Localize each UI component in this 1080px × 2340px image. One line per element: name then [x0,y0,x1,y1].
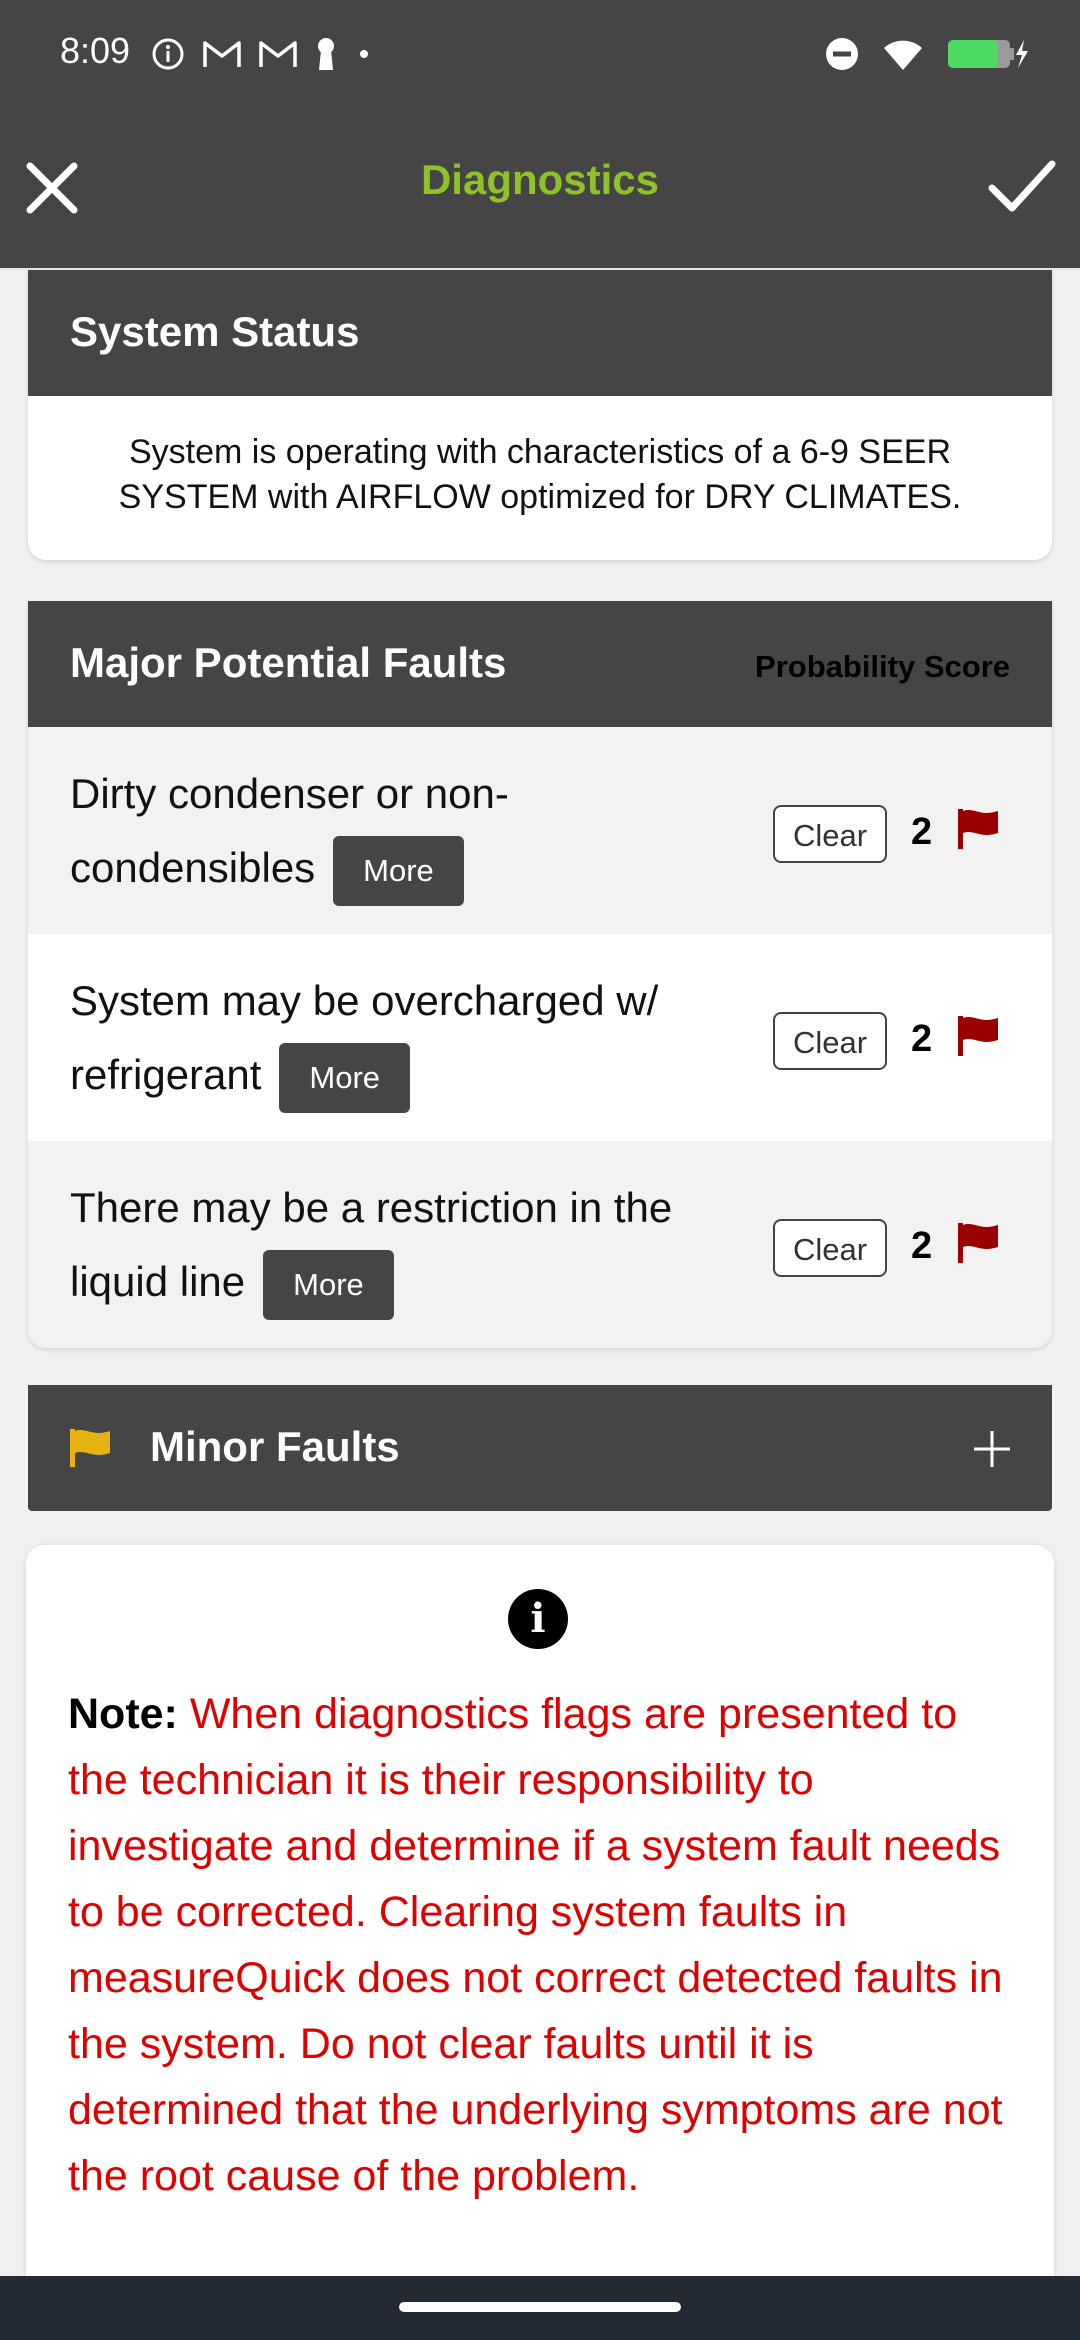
home-gesture-handle[interactable] [399,2302,681,2312]
note-card: i Note: When diagnostics flags are prese… [26,1545,1054,2340]
more-button[interactable]: More [333,835,464,906]
minor-faults-title: Minor Faults [150,1423,400,1470]
status-bar: 8:09 [0,0,1080,106]
battery-charging-icon [948,40,1028,68]
yellow-flag-icon [70,1429,110,1467]
page-title: Diagnostics [420,156,660,203]
clear-button[interactable]: Clear [773,1012,887,1070]
minor-faults-header[interactable]: Minor Faults [28,1385,1052,1511]
probability-score: 2 [911,1225,933,1267]
probability-score: 2 [911,811,933,853]
navigation-bar [0,2276,1080,2340]
system-icons [824,32,1030,76]
more-button[interactable]: More [279,1042,411,1113]
system-status-header: System Status [28,270,1052,396]
keyhole-icon [318,38,334,70]
wifi-icon [884,40,922,70]
plus-icon[interactable] [972,1429,1012,1469]
major-faults-title: Major Potential Faults [70,639,507,686]
note-text: Note: When diagnostics flags are present… [68,1681,1028,2209]
note-body: When diagnostics flags are presented to … [68,1690,1003,2200]
clear-button[interactable]: Clear [773,1219,887,1277]
note-label: Note: [68,1690,178,1738]
fault-row: Dirty condenser or non-condensibles More … [28,727,1052,934]
system-status-text: System is operating with characteristics… [118,433,962,516]
info-icon: i [508,1589,568,1649]
fault-row: System may be overcharged w/ refrigerant… [28,934,1052,1141]
fault-description: Dirty condenser or non-condensibles More [70,757,750,906]
major-faults-card: Major Potential Faults Probability Score… [28,601,1052,1348]
system-status-title: System Status [70,308,360,355]
notification-icons [150,34,374,74]
dot-icon [360,50,368,58]
more-button[interactable]: More [263,1249,394,1320]
fault-description: System may be overcharged w/ refrigerant… [70,964,750,1113]
check-icon[interactable] [986,156,1058,216]
status-time: 8:09 [60,30,131,71]
system-status-card: System Status System is operating with c… [28,270,1052,560]
info-circle-icon [152,38,184,70]
app-bar: Diagnostics [0,106,1080,270]
fault-description: There may be a restriction in the liquid… [70,1171,750,1320]
red-flag-icon [958,809,998,849]
major-faults-header: Major Potential Faults Probability Score [28,601,1052,727]
probability-score: 2 [911,1018,933,1060]
clear-button[interactable]: Clear [773,805,887,863]
fault-row: There may be a restriction in the liquid… [28,1141,1052,1348]
do-not-disturb-icon [826,38,858,70]
gmail-icon [259,41,297,67]
probability-score-label: Probability Score [755,649,1010,684]
red-flag-icon [958,1016,998,1056]
gmail-icon [203,41,241,67]
red-flag-icon [958,1223,998,1263]
